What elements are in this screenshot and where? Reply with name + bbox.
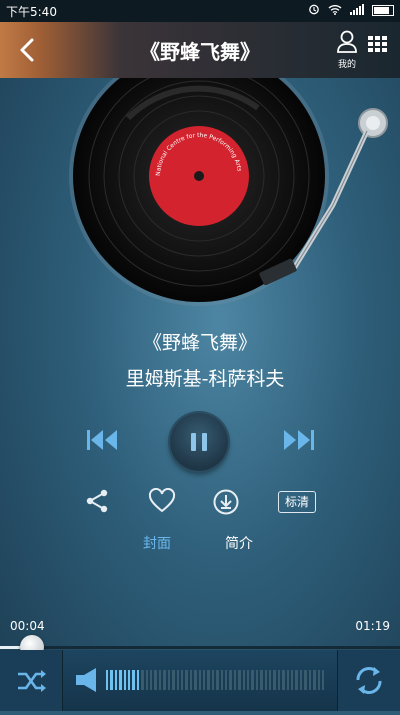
previous-button[interactable] bbox=[85, 426, 119, 458]
volume-segment bbox=[260, 670, 263, 690]
volume-segment bbox=[233, 670, 237, 690]
volume-segment bbox=[299, 670, 303, 690]
volume-segment bbox=[189, 670, 193, 690]
tab-cover[interactable]: 封面 bbox=[143, 533, 171, 553]
next-icon bbox=[284, 430, 314, 450]
volume-segment bbox=[242, 670, 245, 690]
volume-segment bbox=[128, 670, 131, 690]
pause-icon bbox=[191, 433, 196, 451]
volume-segment bbox=[229, 670, 232, 690]
download-icon bbox=[213, 489, 239, 515]
volume-segment bbox=[277, 670, 281, 690]
volume-segment bbox=[119, 670, 122, 690]
heart-icon bbox=[148, 487, 176, 513]
volume-segment bbox=[295, 670, 298, 690]
volume-segment bbox=[163, 670, 166, 690]
page-title: 《野蜂飞舞》 bbox=[140, 40, 260, 64]
volume-segment bbox=[180, 670, 184, 690]
elapsed-time: 00:04 bbox=[10, 619, 45, 633]
volume-segment bbox=[194, 670, 197, 690]
volume-segment bbox=[247, 670, 250, 690]
volume-segment bbox=[313, 670, 316, 690]
volume-segment bbox=[286, 670, 290, 690]
progress-bar[interactable] bbox=[0, 646, 400, 649]
volume-segment bbox=[106, 670, 109, 690]
shuffle-icon bbox=[18, 670, 46, 692]
repeat-icon bbox=[356, 667, 382, 694]
tab-intro[interactable]: 简介 bbox=[225, 533, 253, 553]
volume-segment bbox=[145, 670, 149, 690]
volume-segment bbox=[141, 670, 144, 690]
volume-segment bbox=[207, 670, 210, 690]
volume-segment bbox=[198, 670, 201, 690]
progress-fill bbox=[0, 646, 20, 649]
volume-segment bbox=[211, 670, 215, 690]
tonearm bbox=[255, 95, 390, 289]
share-button[interactable] bbox=[84, 488, 110, 518]
volume-icon bbox=[74, 666, 100, 698]
battery-icon bbox=[372, 5, 394, 16]
volume-segment bbox=[273, 670, 276, 690]
back-arrow-icon bbox=[20, 38, 34, 62]
shuffle-button[interactable] bbox=[0, 650, 63, 711]
volume-segment bbox=[150, 670, 153, 690]
status-bar: 下午5:40 bbox=[0, 0, 400, 22]
volume-segment bbox=[123, 670, 127, 690]
volume-segment bbox=[308, 670, 312, 690]
volume-segment bbox=[321, 670, 325, 690]
volume-segment bbox=[185, 670, 188, 690]
volume-segment bbox=[304, 670, 307, 690]
previous-icon bbox=[87, 430, 117, 450]
artist-name: 里姆斯基-科萨科夫 bbox=[125, 368, 285, 390]
volume-segment bbox=[238, 670, 241, 690]
favorite-button[interactable] bbox=[148, 487, 176, 518]
volume-segment bbox=[167, 670, 171, 690]
volume-segment bbox=[251, 670, 254, 690]
menu-grid-button[interactable] bbox=[368, 36, 388, 58]
mine-label: 我的 bbox=[337, 60, 356, 70]
volume-segment bbox=[158, 670, 162, 690]
back-button[interactable] bbox=[10, 32, 46, 68]
status-time: 下午5:40 bbox=[6, 4, 57, 19]
volume-segment bbox=[136, 670, 140, 690]
volume-segment bbox=[269, 670, 272, 690]
download-button[interactable] bbox=[212, 488, 240, 520]
volume-segment bbox=[291, 670, 294, 690]
song-title: 《野蜂飞舞》 bbox=[142, 332, 257, 354]
volume-segment bbox=[132, 670, 135, 690]
mine-button[interactable]: 我的 bbox=[333, 30, 361, 70]
wifi-icon bbox=[328, 4, 342, 18]
volume-segment bbox=[220, 670, 223, 690]
pause-button[interactable] bbox=[170, 413, 228, 471]
volume-segment bbox=[317, 670, 320, 690]
volume-segment bbox=[114, 670, 118, 690]
volume-segment bbox=[282, 670, 285, 690]
share-icon bbox=[86, 489, 108, 513]
grid-icon bbox=[368, 36, 387, 52]
volume-segment bbox=[154, 670, 157, 690]
volume-segment bbox=[176, 670, 179, 690]
repeat-button[interactable] bbox=[337, 650, 400, 711]
alarm-icon bbox=[308, 3, 320, 18]
volume-segment bbox=[264, 670, 268, 690]
volume-segment bbox=[255, 670, 259, 690]
volume-segment bbox=[224, 670, 228, 690]
quality-button[interactable]: 标清 bbox=[278, 491, 316, 513]
volume-segment bbox=[172, 670, 175, 690]
signal-icon bbox=[350, 3, 364, 18]
user-icon bbox=[337, 30, 357, 53]
volume-slider[interactable] bbox=[106, 670, 325, 690]
total-time: 01:19 bbox=[355, 619, 390, 633]
header-bar: 《野蜂飞舞》 我的 bbox=[0, 22, 400, 78]
volume-segment bbox=[110, 670, 113, 690]
next-button[interactable] bbox=[282, 426, 316, 458]
volume-segment bbox=[216, 670, 219, 690]
volume-segment bbox=[202, 670, 206, 690]
